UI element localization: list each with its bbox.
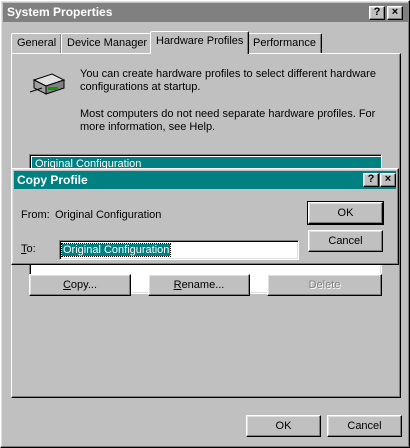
dialog-help-icon[interactable]: ? xyxy=(363,173,379,187)
window-title: System Properties xyxy=(7,5,113,19)
to-field[interactable]: Original Configuration xyxy=(59,240,299,260)
to-field-value: Original Configuration xyxy=(60,243,172,257)
to-label: To: xyxy=(21,243,36,255)
hardware-profile-icon xyxy=(28,70,68,100)
dialog-title-bar: Copy Profile ? × xyxy=(14,171,396,189)
dialog-close-icon[interactable]: × xyxy=(380,173,396,187)
tab-device-manager[interactable]: Device Manager xyxy=(61,33,154,53)
delete-button[interactable]: Delete xyxy=(267,274,382,296)
info-text-1: You can create hardware profiles to sele… xyxy=(80,68,376,93)
help-icon[interactable]: ? xyxy=(369,6,385,20)
dialog-cancel-button[interactable]: Cancel xyxy=(308,230,383,252)
copy-profile-dialog: Copy Profile ? × From: Original Configur… xyxy=(11,168,399,265)
from-label: From: xyxy=(21,209,50,221)
cancel-button[interactable]: Cancel xyxy=(327,415,402,437)
tab-general[interactable]: General xyxy=(11,33,63,53)
rename-button[interactable]: Rename... xyxy=(148,274,250,296)
close-icon[interactable]: × xyxy=(387,6,403,20)
from-value: Original Configuration xyxy=(55,209,162,221)
window-title-bar: System Properties ? × xyxy=(3,3,409,22)
dialog-title: Copy Profile xyxy=(17,173,88,187)
tab-performance[interactable]: Performance xyxy=(247,33,322,53)
copy-button[interactable]: Copy... xyxy=(29,274,131,296)
dialog-ok-button[interactable]: OK xyxy=(307,201,384,225)
tab-hardware-profiles[interactable]: Hardware Profiles xyxy=(150,31,250,54)
ok-button[interactable]: OK xyxy=(246,415,321,437)
info-text-2: Most computers do not need separate hard… xyxy=(80,108,376,133)
